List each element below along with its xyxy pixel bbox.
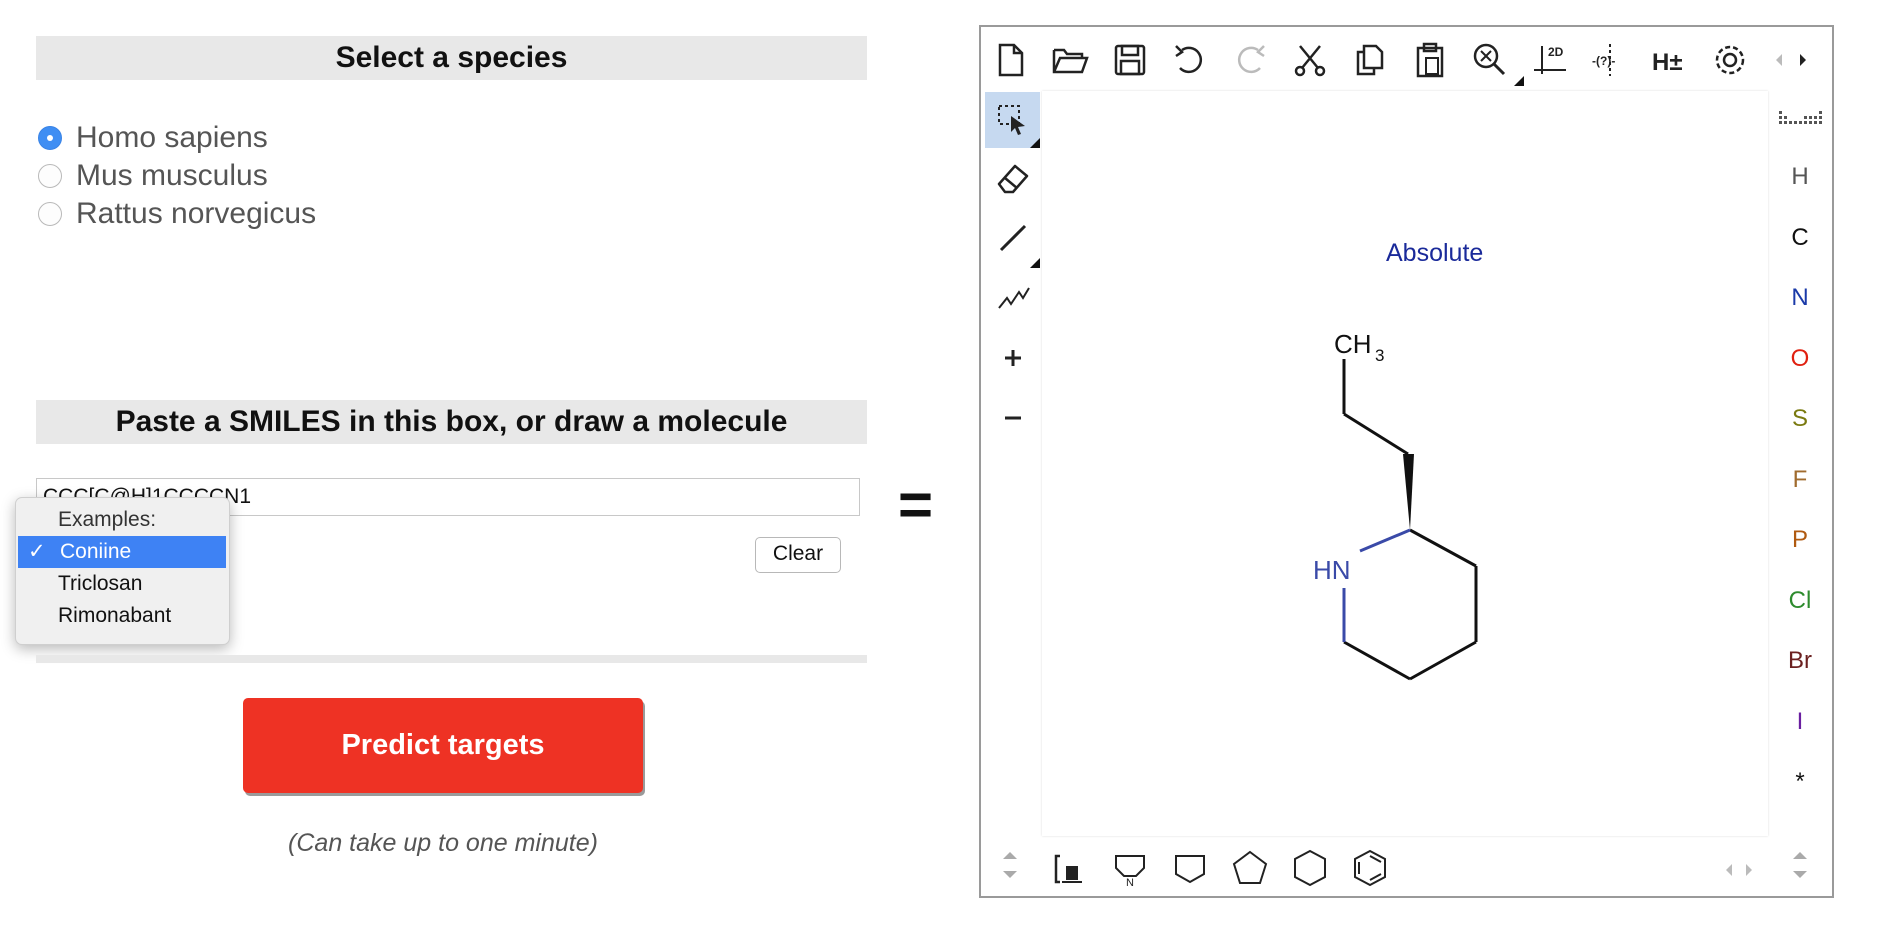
save-icon[interactable] [1105, 35, 1155, 85]
bond-tool-corner-icon [1030, 258, 1040, 268]
benzene-template-icon[interactable] [1345, 843, 1395, 893]
equals-sign: = [898, 471, 934, 538]
left-toolbar-scroll-icon[interactable] [995, 845, 1025, 885]
chain-tool-icon[interactable] [985, 273, 1040, 323]
element-button-s[interactable]: S [1775, 405, 1825, 433]
bracket-template-icon[interactable] [1045, 843, 1095, 893]
select-tool-corner-icon [1030, 138, 1040, 148]
cyclopentane-template-icon[interactable] [1225, 843, 1275, 893]
zoom-icon[interactable] [1465, 35, 1515, 85]
ch3-subscript: 3 [1375, 346, 1384, 365]
undo-icon[interactable] [1165, 35, 1215, 85]
example-option-triclosan[interactable]: Triclosan [16, 568, 229, 600]
periodic-table-icon[interactable] [1777, 103, 1823, 133]
species-option-mus-musculus[interactable]: Mus musculus [38, 158, 268, 194]
right-toolbar-scroll-icon[interactable] [1785, 845, 1815, 885]
zoom-dropdown-corner-icon [1514, 76, 1524, 86]
settings-gear-icon[interactable] [1705, 35, 1755, 85]
clean-2d-icon[interactable]: 2D [1525, 35, 1575, 85]
hn-atom-label: HN [1313, 555, 1351, 585]
charge-plus-icon[interactable] [985, 333, 1040, 383]
element-button-cl[interactable]: Cl [1775, 587, 1825, 615]
smiles-header: Paste a SMILES in this box, or draw a mo… [36, 400, 867, 444]
cyclobutane-template-icon[interactable] [1165, 843, 1215, 893]
species-option-rattus-norvegicus[interactable]: Rattus norvegicus [38, 196, 316, 232]
new-file-icon[interactable] [985, 35, 1035, 85]
element-button-c[interactable]: C [1775, 224, 1825, 252]
checkmark-icon: ✓ [28, 540, 46, 563]
species-header: Select a species [36, 36, 867, 80]
examples-dropdown-menu[interactable]: Examples: ✓ Coniine Triclosan Rimonabant [15, 497, 230, 645]
paste-icon[interactable] [1405, 35, 1455, 85]
svg-text:2D: 2D [1548, 45, 1564, 59]
svg-text:-(?)-: -(?)- [1592, 54, 1615, 68]
example-option-rimonabant[interactable]: Rimonabant [16, 600, 229, 632]
wedge-bond [1403, 454, 1414, 530]
hydrogens-icon[interactable]: H± [1645, 35, 1695, 85]
coniine-molecule-drawing[interactable]: Absolute CH 3 HN [1042, 91, 1768, 836]
example-option-label: Coniine [60, 540, 132, 563]
element-button-any[interactable]: * [1775, 768, 1825, 796]
query-bond-icon[interactable]: -(?)- [1585, 35, 1635, 85]
cut-icon[interactable] [1285, 35, 1335, 85]
cyclohexane-template-icon[interactable] [1285, 843, 1335, 893]
svg-text:N: N [1126, 877, 1134, 888]
element-button-f[interactable]: F [1775, 466, 1825, 494]
pyrrole-template-icon[interactable]: N [1105, 843, 1155, 893]
duration-note: (Can take up to one minute) [288, 829, 598, 857]
element-button-n[interactable]: N [1775, 284, 1825, 312]
example-option-coniine[interactable]: ✓ Coniine [18, 536, 226, 568]
single-bond-icon[interactable] [985, 213, 1040, 263]
copy-icon[interactable] [1345, 35, 1395, 85]
charge-minus-icon[interactable] [985, 393, 1040, 443]
clear-button[interactable]: Clear [755, 537, 841, 573]
predict-targets-button[interactable]: Predict targets [243, 698, 643, 793]
section-divider [36, 655, 867, 663]
element-button-p[interactable]: P [1775, 526, 1825, 554]
element-button-h[interactable]: H [1775, 163, 1825, 191]
ch3-atom-label: CH [1334, 329, 1372, 359]
dropdown-heading: Examples: [58, 508, 157, 531]
toolbar-scroll-arrows-icon[interactable] [1768, 46, 1818, 74]
species-option-homo-sapiens[interactable]: Homo sapiens [38, 120, 268, 156]
element-button-o[interactable]: O [1775, 345, 1825, 373]
element-button-i[interactable]: I [1775, 708, 1825, 736]
template-scroll-arrows-icon[interactable] [1716, 856, 1766, 884]
species-label: Mus musculus [76, 159, 268, 192]
radio-button[interactable] [38, 164, 62, 188]
open-folder-icon[interactable] [1045, 35, 1095, 85]
absolute-stereo-label: Absolute [1386, 239, 1483, 267]
species-label: Homo sapiens [76, 121, 268, 154]
svg-text:H±: H± [1652, 49, 1683, 76]
radio-button-selected[interactable] [38, 126, 62, 150]
eraser-icon[interactable] [985, 153, 1040, 203]
radio-button[interactable] [38, 202, 62, 226]
redo-icon[interactable] [1225, 35, 1275, 85]
element-button-br[interactable]: Br [1775, 647, 1825, 675]
species-label: Rattus norvegicus [76, 197, 317, 230]
